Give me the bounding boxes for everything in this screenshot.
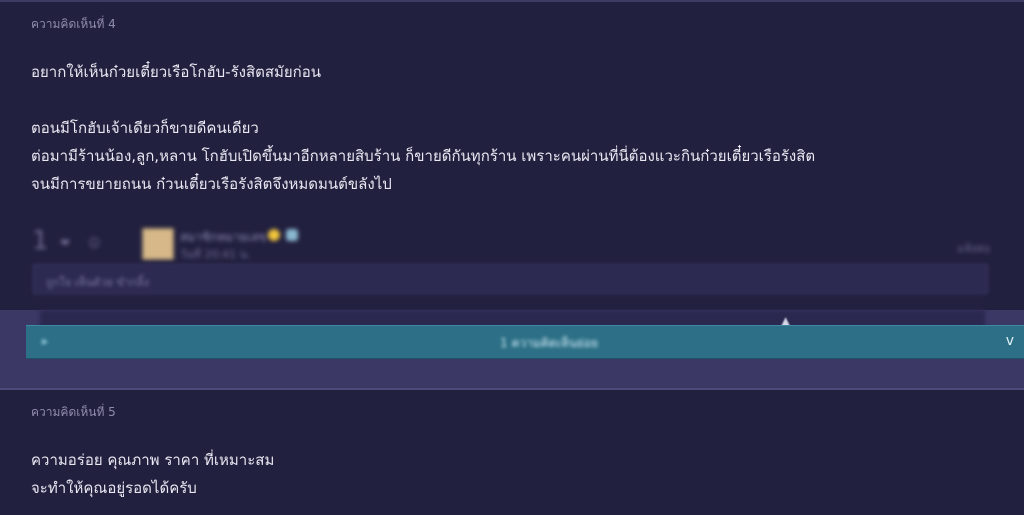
verified-badge-icon — [286, 229, 298, 241]
comment-line: ความอร่อย คุณภาพ ราคา ที่เหมาะสม — [31, 451, 275, 469]
expand-replies-button[interactable]: ▸ 1 ความคิดเห็นย่อย v — [26, 325, 1024, 359]
reply-bar-content: ▸ 1 ความคิดเห็นย่อย — [26, 326, 984, 358]
comment-line: ตอนมีโกฮับเจ้าเดียวก็ขายดีคนเดียว — [31, 119, 259, 137]
page: ความคิดเห็นที่ 4 อยากให้เห็นก๋วยเตี๋ยวเร… — [0, 0, 1024, 515]
comment-line: จะทำให้คุณอยู่รอดได้ครับ — [31, 479, 197, 497]
report-link[interactable]: แจ้งลบ — [957, 239, 990, 257]
replies-count-label: 1 ความคิดเห็นย่อย — [500, 336, 599, 350]
comment-meta-row: 1 ❤ ☺ สมาชิกหมายเลข วันที่ 20:41 น. แจ้ง… — [30, 226, 1000, 262]
comment-body: ความอร่อย คุณภาพ ราคา ที่เหมาะสม จะทำให้… — [31, 446, 274, 502]
post-time: วันที่ 20:41 น. — [180, 248, 251, 261]
avatar[interactable] — [142, 228, 174, 260]
comment-line: อยากให้เห็นก๋วยเตี๋ยวเรือโกฮับ-รังสิตสมั… — [31, 63, 322, 81]
vote-count: 1 — [32, 226, 49, 256]
top-divider — [0, 0, 1024, 2]
emotion-summary-bar: ถูกใจ เห็นด้วย ขำกลิ้ง — [33, 264, 988, 294]
emotion-summary-text: ถูกใจ เห็นด้วย ขำกลิ้ง — [46, 276, 149, 289]
comment-line: จนมีการขยายถนน ก๋วนเตี๋ยวเรือรังสิตจึงหม… — [31, 175, 392, 193]
comment-number-label: ความคิดเห็นที่ 4 — [31, 17, 116, 31]
comment-number-label: ความคิดเห็นที่ 5 — [31, 405, 116, 419]
vote-up-icon[interactable]: ❤ — [60, 236, 74, 250]
comment-body: อยากให้เห็นก๋วยเตี๋ยวเรือโกฮับ-รังสิตสมั… — [31, 58, 815, 198]
comment-line: ต่อมามีร้านน้อง,ลูก,หลาน โกฮับเปิดขึ้นมา… — [31, 147, 816, 165]
star-badge-icon — [268, 229, 280, 241]
reply-icon: ▸ — [42, 334, 49, 348]
emotion-icon[interactable]: ☺ — [88, 236, 102, 250]
chevron-down-icon[interactable]: v — [1006, 333, 1014, 349]
